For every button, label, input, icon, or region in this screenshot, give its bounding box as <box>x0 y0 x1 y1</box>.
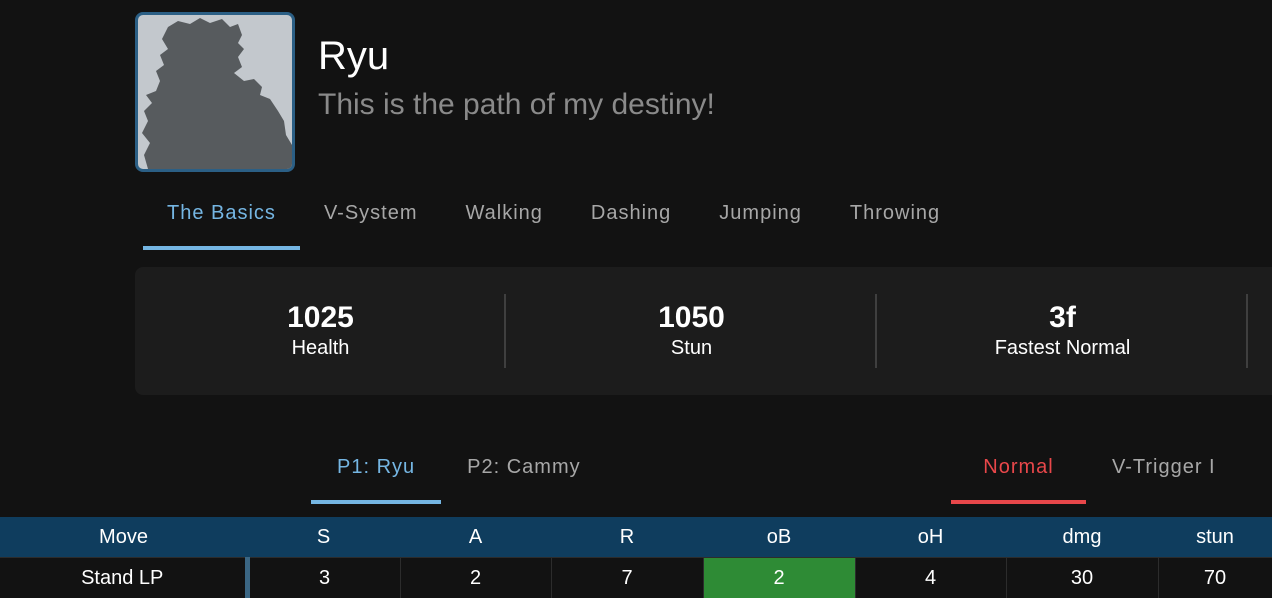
move-name-cell: Stand LP <box>0 558 247 598</box>
column-header-move[interactable]: Move <box>0 517 247 558</box>
character-quote: This is the path of my destiny! <box>318 88 715 122</box>
tab-normal[interactable]: Normal <box>951 444 1086 504</box>
active-cell: 2 <box>400 558 551 598</box>
stat-label: Fastest Normal <box>877 337 1248 360</box>
tab-jumping[interactable]: Jumping <box>695 190 826 250</box>
table-header-row: Move S A R oB oH dmg stun <box>0 517 1272 558</box>
tab-the-basics[interactable]: The Basics <box>143 190 300 250</box>
stat-value: 3f <box>877 301 1248 335</box>
tab-throwing[interactable]: Throwing <box>826 190 964 250</box>
stats-panel: 1025 Health 1050 Stun 3f Fastest Normal <box>135 267 1272 395</box>
section-tabs: The Basics V-System Walking Dashing Jump… <box>143 190 964 250</box>
stat-health: 1025 Health <box>135 267 506 395</box>
tab-dashing[interactable]: Dashing <box>567 190 695 250</box>
table-row[interactable]: Stand LP 3 2 7 2 4 30 70 <box>0 558 1272 598</box>
on-hit-cell: 4 <box>855 558 1006 598</box>
mode-tabs: Normal V-Trigger I <box>951 444 1242 504</box>
stat-stun: 1050 Stun <box>506 267 877 395</box>
stat-label: Health <box>135 337 506 360</box>
character-name: Ryu <box>318 34 389 79</box>
character-silhouette-icon <box>138 15 292 169</box>
stat-value: 1025 <box>135 301 506 335</box>
tab-v-trigger-1[interactable]: V-Trigger I <box>1086 444 1242 504</box>
tab-walking[interactable]: Walking <box>442 190 567 250</box>
damage-cell: 30 <box>1006 558 1158 598</box>
column-header-on-block[interactable]: oB <box>703 517 855 558</box>
character-portrait <box>135 12 295 172</box>
stat-fastest-normal: 3f Fastest Normal <box>877 267 1248 395</box>
stun-cell: 70 <box>1158 558 1272 598</box>
column-header-startup[interactable]: S <box>247 517 400 558</box>
column-header-stun[interactable]: stun <box>1158 517 1272 558</box>
frame-data-table: Move S A R oB oH dmg stun Stand LP 3 2 7… <box>0 517 1272 598</box>
player-tabs: P1: Ryu P2: Cammy <box>311 444 607 504</box>
stat-label: Stun <box>506 337 877 360</box>
column-header-on-hit[interactable]: oH <box>855 517 1006 558</box>
tab-v-system[interactable]: V-System <box>300 190 442 250</box>
startup-cell: 3 <box>247 558 400 598</box>
on-block-cell: 2 <box>703 558 855 598</box>
recovery-cell: 7 <box>551 558 703 598</box>
tab-p2-cammy[interactable]: P2: Cammy <box>441 444 606 504</box>
stat-value: 1050 <box>506 301 877 335</box>
column-header-damage[interactable]: dmg <box>1006 517 1158 558</box>
column-header-active[interactable]: A <box>400 517 551 558</box>
column-header-recovery[interactable]: R <box>551 517 703 558</box>
tab-p1-ryu[interactable]: P1: Ryu <box>311 444 441 504</box>
